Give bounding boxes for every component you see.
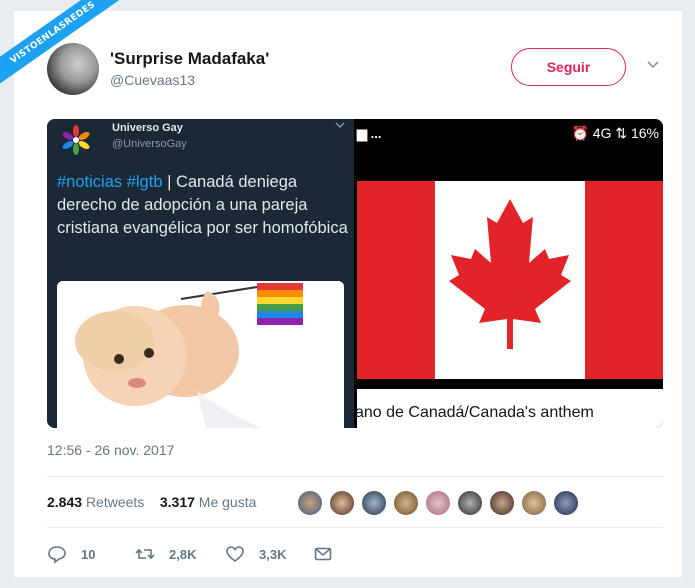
avatar[interactable]: [457, 490, 483, 516]
hashtag: #lgtb: [126, 173, 163, 191]
divider: [47, 527, 663, 528]
chevron-down-icon: [335, 122, 345, 128]
follow-button[interactable]: Seguir: [511, 48, 626, 86]
avatar[interactable]: [297, 490, 323, 516]
tweet-card: 'Surprise Madafaka' @Cuevaas13 Seguir Un…: [13, 10, 683, 578]
likes-label: Me gusta: [198, 494, 257, 510]
tweet-stats[interactable]: 2.843 Retweets 3.317 Me gusta: [47, 494, 256, 510]
like-count: 3,3K: [259, 546, 287, 562]
embedded-tweet-text: #noticias #lgtb | Canadá deniega derecho…: [57, 171, 349, 240]
video-caption: ano de Canadá/Canada's anthem: [355, 389, 663, 428]
canada-flag: [357, 181, 663, 379]
rainbow-flag-icon: [257, 283, 303, 325]
message-icon: [314, 547, 332, 561]
avatar[interactable]: [553, 490, 579, 516]
avatar[interactable]: [329, 490, 355, 516]
embedded-tweet-screenshot: Universo Gay @UniversoGay #noticias #lgt…: [47, 119, 354, 428]
baby-photo: [57, 281, 344, 428]
reply-icon: [48, 546, 66, 564]
reply-button[interactable]: 10: [47, 543, 95, 565]
avatar[interactable]: [425, 490, 451, 516]
message-button[interactable]: [313, 543, 333, 565]
retweet-button[interactable]: 2,8K: [135, 543, 196, 565]
retweet-count: 2,8K: [169, 546, 197, 562]
likes-count: 3.317: [159, 494, 195, 510]
universo-gay-logo: [62, 125, 90, 155]
status-bar-right: ⏰ 4G ⇅ 16%: [571, 125, 659, 141]
avatar[interactable]: [489, 490, 515, 516]
tweet-media[interactable]: Universo Gay @UniversoGay #noticias #lgt…: [47, 119, 663, 428]
status-bar-left: ▆ ...: [357, 126, 382, 141]
embedded-account-name: Universo Gay: [112, 122, 183, 134]
user-handle[interactable]: @Cuevaas13: [110, 72, 195, 88]
retweets-label: Retweets: [85, 494, 145, 510]
avatar[interactable]: [521, 490, 547, 516]
video-screenshot: ▆ ... ⏰ 4G ⇅ 16% ano de Canadá/Canada's …: [355, 119, 663, 428]
reply-count: 10: [81, 546, 96, 562]
avatar[interactable]: [361, 490, 387, 516]
display-name[interactable]: 'Surprise Madafaka': [110, 49, 269, 69]
like-button[interactable]: 3,3K: [225, 543, 286, 565]
retweets-count: 2.843: [47, 494, 83, 510]
divider: [47, 476, 663, 477]
hashtag: #noticias: [57, 173, 123, 191]
chevron-down-icon[interactable]: [646, 58, 660, 72]
like-icon: [226, 546, 244, 562]
phone-status-bar: ▆ ... ⏰ 4G ⇅ 16%: [357, 119, 663, 149]
retweet-icon: [135, 548, 155, 560]
avatar[interactable]: [47, 43, 99, 95]
avatar[interactable]: [393, 490, 419, 516]
embedded-account-handle: @UniversoGay: [112, 138, 187, 150]
video-caption-text: ano de Canadá/Canada's anthem: [355, 404, 594, 421]
tweet-timestamp[interactable]: 12:56 - 26 nov. 2017: [47, 442, 174, 458]
